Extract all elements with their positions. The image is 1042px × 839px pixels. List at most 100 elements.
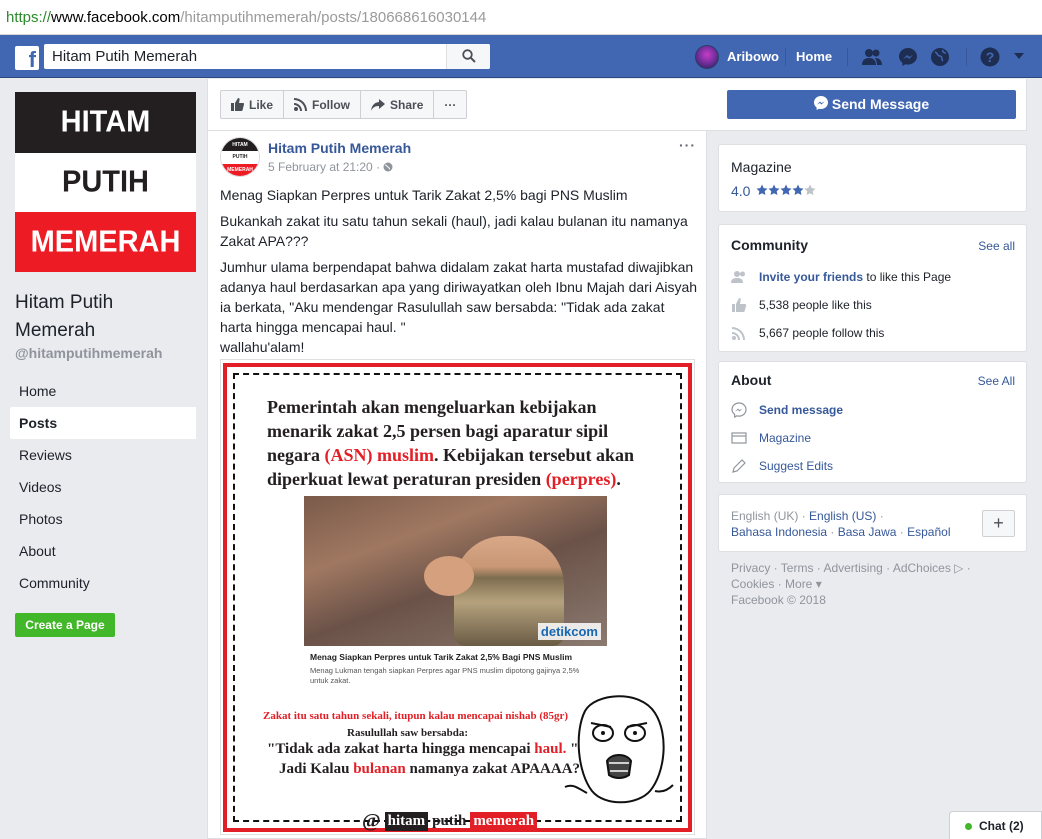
url-text[interactable]: https://www.facebook.com/hitamputihmemer… <box>6 9 486 26</box>
left-nav-home[interactable]: Home <box>10 375 196 407</box>
nav-divider <box>785 48 786 66</box>
follow-page-button[interactable]: Follow <box>283 90 362 119</box>
suggest-edits-link[interactable]: Suggest Edits <box>759 456 833 476</box>
public-globe-icon <box>383 162 393 172</box>
action-buttons: Like Follow Share ··· <box>220 90 468 119</box>
invite-friends-link[interactable]: Invite your friends <box>759 270 863 284</box>
watermark-hitam: hitam <box>384 811 429 831</box>
notifications-globe-icon[interactable] <box>929 46 951 68</box>
left-nav-community[interactable]: Community <box>10 567 196 599</box>
left-nav-about[interactable]: About <box>10 535 196 567</box>
community-see-all-link[interactable]: See all <box>978 239 1015 253</box>
follows-count: 5,667 people follow this <box>759 326 885 340</box>
footer-copyright: Facebook © 2018 <box>731 593 826 607</box>
language-row-2: Bahasa Indonesia · Basa Jawa · Español <box>731 525 951 539</box>
category-label[interactable]: Magazine <box>731 159 792 175</box>
caption-title: Menag Siapkan Perpres untuk Tarik Zakat … <box>310 652 573 662</box>
language-row-1: English (UK) · English (US) · <box>731 509 884 523</box>
help-icon[interactable]: ? <box>979 46 1001 68</box>
share-label: Share <box>390 97 424 112</box>
left-nav-reviews[interactable]: Reviews <box>10 439 196 471</box>
detikcom-logo: detikcom <box>537 623 601 640</box>
cover-text-hitam: HITAM <box>60 105 151 139</box>
page-name[interactable]: Hitam Putih Memerah <box>15 289 195 345</box>
send-message-button[interactable]: Send Message <box>727 90 1016 119</box>
cover-band-black: HITAM <box>15 92 196 153</box>
footer-links-1[interactable]: Privacy · Terms · Advertising · AdChoice… <box>731 561 971 575</box>
post-timestamp[interactable]: 5 February at 21:20 · <box>268 160 393 174</box>
rating-row[interactable]: 4.0 <box>731 183 818 199</box>
post-card: HITAM PUTIH MEMERAH Hitam Putih Memerah … <box>207 131 707 839</box>
like-page-button[interactable]: Like <box>220 90 285 119</box>
image-watermark: @ hitam putih memerah <box>362 809 538 833</box>
follows-rss-icon <box>732 327 745 340</box>
image-red-border: Pemerintah akan mengeluarkan kebijakan m… <box>223 363 692 832</box>
news-photo: detikcom <box>304 496 607 646</box>
more-languages-button[interactable]: + <box>982 510 1015 537</box>
search-box <box>44 44 490 69</box>
post-options-button[interactable]: ··· <box>679 137 696 153</box>
messenger-icon <box>813 96 828 111</box>
language-basa-jawa[interactable]: Basa Jawa <box>838 525 897 539</box>
rage-meme-face-drawing <box>564 695 674 804</box>
cover-text-putih: PUTIH <box>62 165 149 199</box>
share-page-button[interactable]: Share <box>360 90 435 119</box>
language-espanol[interactable]: Español <box>907 525 950 539</box>
page-category-card: Magazine 4.0 <box>718 144 1027 212</box>
facebook-logo-icon[interactable]: f <box>15 46 39 72</box>
about-category-link[interactable]: Magazine <box>759 428 811 448</box>
quote-part: Jadi Kalau <box>279 761 354 777</box>
page-action-bar: Like Follow Share ··· Send Message <box>207 79 1027 131</box>
messenger-icon[interactable] <box>897 46 919 68</box>
language-separator: · <box>876 509 884 523</box>
about-see-all-link[interactable]: See All <box>978 374 1015 388</box>
search-input[interactable] <box>52 47 432 66</box>
search-button[interactable] <box>446 44 490 69</box>
star-rating-icon <box>756 184 816 195</box>
footer-links-2[interactable]: Cookies · More ▾ <box>731 577 822 591</box>
about-title[interactable]: About <box>731 372 771 388</box>
chat-label: Chat (2) <box>979 819 1024 833</box>
left-nav-photos[interactable]: Photos <box>10 503 196 535</box>
language-separator: · <box>798 509 810 523</box>
post-time-text: 5 February at 21:20 · <box>268 160 381 174</box>
friend-requests-icon[interactable] <box>861 46 883 68</box>
like-label: Like <box>249 97 274 112</box>
page-profile-picture[interactable]: HITAM PUTIH MEMERAH <box>15 92 196 272</box>
post-author-avatar[interactable]: HITAM PUTIH MEMERAH <box>220 137 260 177</box>
user-avatar <box>695 45 719 69</box>
invite-friends-icon <box>731 271 745 283</box>
about-send-message-link[interactable]: Send message <box>759 400 843 420</box>
facebook-top-bar: f Aribowo Home ? <box>0 35 1042 78</box>
cover-text-memerah: MEMERAH <box>30 225 181 259</box>
user-name: Aribowo <box>727 49 779 64</box>
left-nav-posts[interactable]: Posts <box>10 407 196 439</box>
category-icon <box>731 432 747 444</box>
post-paragraph-2: Bukankah zakat itu satu tahun sekali (ha… <box>220 213 688 249</box>
chat-tab[interactable]: Chat (2) <box>949 811 1042 839</box>
messenger-outline-icon <box>731 402 747 418</box>
browser-url-bar[interactable]: https://www.facebook.com/hitamputihmemer… <box>0 0 1042 35</box>
left-nav-videos[interactable]: Videos <box>10 471 196 503</box>
language-separator: · <box>827 525 838 539</box>
watermark-at: @ <box>362 809 381 832</box>
image-quote-rasulullah: Rasulullah saw bersabda: <box>347 727 469 739</box>
send-message-label: Send Message <box>831 96 930 112</box>
follow-label: Follow <box>312 97 351 112</box>
community-title[interactable]: Community <box>731 237 808 253</box>
quote-highlight-bulanan: bulanan <box>353 761 406 777</box>
language-english-us[interactable]: English (US) <box>809 509 876 523</box>
page-left-nav: Home Posts Reviews Videos Photos About C… <box>10 375 196 599</box>
post-image[interactable]: Pemerintah akan mengeluarkan kebijakan m… <box>220 359 695 835</box>
pencil-icon <box>732 459 746 473</box>
more-options-button[interactable]: ··· <box>433 90 468 119</box>
create-page-button[interactable]: Create a Page <box>15 613 115 637</box>
language-bahasa-indonesia[interactable]: Bahasa Indonesia <box>731 525 827 539</box>
rating-value: 4.0 <box>731 183 751 199</box>
url-protocol: https:// <box>6 9 52 26</box>
post-author-name[interactable]: Hitam Putih Memerah <box>268 140 411 156</box>
account-menu-chevron-icon[interactable] <box>1013 51 1025 61</box>
home-link[interactable]: Home <box>796 49 832 64</box>
share-arrow-icon <box>371 98 386 111</box>
image-quote-zakat: Zakat itu satu tahun sekali, itupun kala… <box>263 710 569 722</box>
